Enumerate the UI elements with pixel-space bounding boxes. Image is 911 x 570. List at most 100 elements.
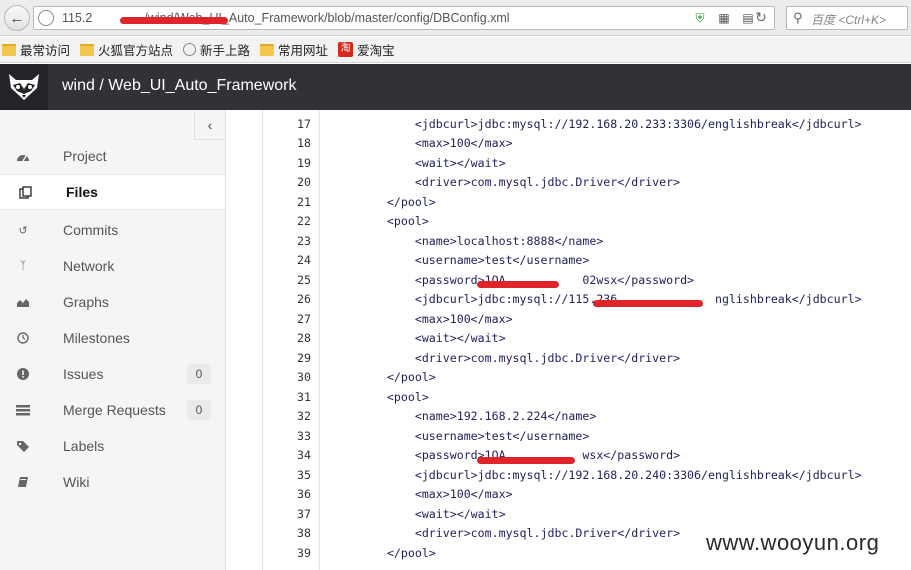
sidebar-item-issues[interactable]: Issues 0 <box>0 356 225 392</box>
code-line: 24 <username>test</username> <box>263 253 911 273</box>
code-text: </pool> <box>359 194 436 209</box>
issues-count-badge: 0 <box>187 364 211 384</box>
merge-requests-count-badge: 0 <box>187 400 211 420</box>
chevron-left-icon: ‹ <box>207 116 213 133</box>
line-number[interactable]: 32 <box>263 409 311 423</box>
code-text: <wait></wait> <box>359 155 506 170</box>
line-number[interactable]: 30 <box>263 370 311 384</box>
line-number[interactable]: 18 <box>263 136 311 150</box>
back-button[interactable]: ← <box>4 5 30 31</box>
code-text: </pool> <box>359 370 436 384</box>
code-text: <wait></wait> <box>359 506 506 521</box>
bookmark-item[interactable]: 新手上路 <box>183 40 250 59</box>
dashboard-icon <box>16 149 30 163</box>
search-bar[interactable]: ⚲ 百度 <Ctrl+K> <box>786 6 908 30</box>
code-line: 17 <jdbcurl>jdbc:mysql://192.168.20.233:… <box>263 117 911 137</box>
sidebar-item-commits[interactable]: ↺ Commits <box>0 212 225 248</box>
sidebar-item-network[interactable]: ᛉ Network <box>0 248 225 284</box>
bookmark-item[interactable]: 最常访问 <box>2 40 70 59</box>
taobao-icon: 淘 <box>338 42 354 57</box>
bookmark-item[interactable]: 淘爱淘宝 <box>338 40 395 59</box>
files-icon <box>18 185 32 199</box>
code-text: <driver>com.mysql.jdbc.Driver</driver> <box>359 526 681 540</box>
code-line: 32 <name>192.168.2.224</name> <box>263 409 911 429</box>
code-text: <username>test</username> <box>359 428 590 443</box>
clock-icon <box>16 331 30 345</box>
reload-icon[interactable]: ↻ <box>752 9 770 27</box>
sidebar: ‹ Project Files ↺ Commits ᛉ Network Grap… <box>0 110 226 570</box>
history-icon: ↺ <box>18 224 28 237</box>
list-icon <box>16 403 30 417</box>
code-line: 29 <driver>com.mysql.jdbc.Driver</driver… <box>263 351 911 371</box>
code-line: 26 <jdbcurl>jdbc:mysql://115.236 nglishb… <box>263 292 911 312</box>
sidebar-item-milestones[interactable]: Milestones <box>0 320 225 356</box>
line-number[interactable]: 39 <box>263 546 311 560</box>
code-line: 36 <max>100</max> <box>263 487 911 507</box>
code-text: <driver>com.mysql.jdbc.Driver</driver> <box>359 175 681 189</box>
globe-icon <box>38 10 54 26</box>
address-bar[interactable]: 115.2/wind/Web_UI_Auto_Framework/blob/ma… <box>33 6 775 30</box>
book-icon <box>16 475 30 489</box>
line-number[interactable]: 25 <box>263 273 311 287</box>
line-number[interactable]: 36 <box>263 487 311 501</box>
raccoon-icon <box>9 74 39 100</box>
search-icon: ⚲ <box>793 10 803 25</box>
sidebar-item-graphs[interactable]: Graphs <box>0 284 225 320</box>
sidebar-item-project[interactable]: Project <box>0 138 225 174</box>
app-header: wind / Web_UI_Auto_Framework <box>0 64 911 110</box>
line-number[interactable]: 21 <box>263 195 311 209</box>
search-placeholder: 百度 <Ctrl+K> <box>811 13 887 27</box>
bookmarks-bar: 最常访问 火狐官方站点 新手上路 常用网址 淘爱淘宝 <box>0 37 911 63</box>
watermark: www.wooyun.org <box>706 530 880 555</box>
line-number[interactable]: 22 <box>263 214 311 228</box>
line-number[interactable]: 38 <box>263 526 311 540</box>
code-line: 20 <driver>com.mysql.jdbc.Driver</driver… <box>263 175 911 195</box>
line-number[interactable]: 29 <box>263 351 311 365</box>
sidebar-item-merge-requests[interactable]: Merge Requests 0 <box>0 392 225 428</box>
line-number[interactable]: 31 <box>263 390 311 404</box>
exclamation-circle-icon <box>16 367 30 381</box>
code-line: 25 <password>1QA 02wsx</password> <box>263 273 911 293</box>
gitlab-logo-icon[interactable] <box>0 64 48 110</box>
code-text: <max>100</max> <box>359 487 513 501</box>
line-number[interactable]: 35 <box>263 468 311 482</box>
line-number[interactable]: 27 <box>263 312 311 326</box>
line-number[interactable]: 26 <box>263 292 311 306</box>
line-number[interactable]: 20 <box>263 175 311 189</box>
code-fork-icon: ᛉ <box>19 260 27 272</box>
code-line: 33 <username>test</username> <box>263 429 911 449</box>
line-number[interactable]: 33 <box>263 429 311 443</box>
password-redaction <box>477 281 559 288</box>
code-line: 18 <max>100</max> <box>263 136 911 156</box>
code-line: 21 </pool> <box>263 195 911 215</box>
line-number[interactable]: 28 <box>263 331 311 345</box>
sidebar-item-labels[interactable]: Labels <box>0 428 225 464</box>
arrow-left-icon: ← <box>9 9 25 27</box>
collapse-sidebar-button[interactable]: ‹ <box>194 110 225 140</box>
code-text: <max>100</max> <box>359 136 513 150</box>
project-title[interactable]: wind / Web_UI_Auto_Framework <box>62 77 296 95</box>
bookmark-item[interactable]: 常用网址 <box>260 40 328 59</box>
globe-icon <box>183 43 197 56</box>
line-number[interactable]: 34 <box>263 448 311 462</box>
bookmark-item[interactable]: 火狐官方站点 <box>80 40 173 59</box>
code-line: 34 <password>1QA wsx</password> <box>263 448 911 468</box>
area-chart-icon <box>16 295 30 309</box>
shield-icon[interactable]: ⛨ <box>692 10 708 26</box>
qr-code-icon[interactable]: ▦ <box>716 10 732 26</box>
sidebar-item-wiki[interactable]: Wiki <box>0 464 225 500</box>
code-text: <name>localhost:8888</name> <box>359 233 604 248</box>
line-number[interactable]: 23 <box>263 234 311 248</box>
code-line: 23 <name>localhost:8888</name> <box>263 234 911 254</box>
line-number[interactable]: 24 <box>263 253 311 267</box>
code-text: <wait></wait> <box>359 331 506 345</box>
code-line: 28 <wait></wait> <box>263 331 911 351</box>
line-number[interactable]: 19 <box>263 156 311 170</box>
line-number[interactable]: 17 <box>263 117 311 131</box>
folder-icon <box>80 43 95 56</box>
folder-icon <box>2 43 16 56</box>
code-text: <driver>com.mysql.jdbc.Driver</driver> <box>359 350 681 365</box>
code-line: 27 <max>100</max> <box>263 312 911 332</box>
line-number[interactable]: 37 <box>263 507 311 521</box>
sidebar-item-files[interactable]: Files <box>0 174 225 210</box>
